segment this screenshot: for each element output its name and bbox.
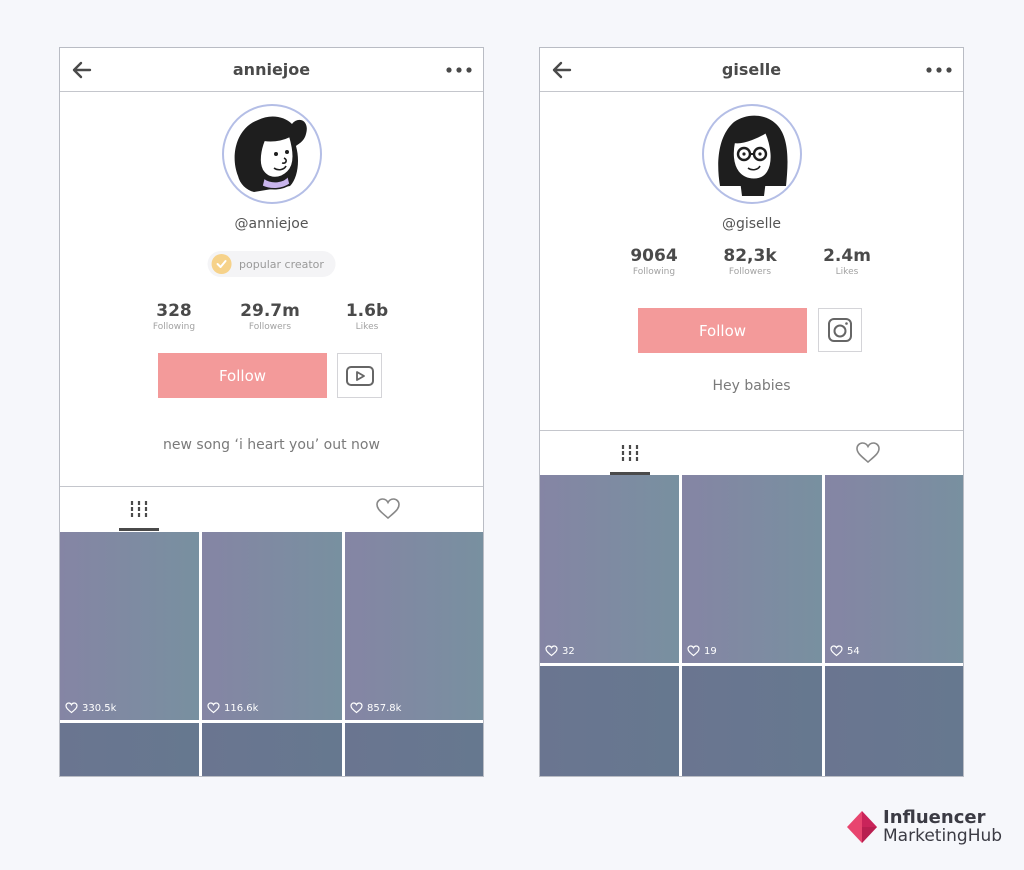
stat-value: 9064: [630, 246, 678, 266]
stat-label: Followers: [248, 322, 292, 332]
video-grid: 330.5k 116.6k 857.8k: [60, 532, 483, 776]
back-arrow-icon[interactable]: [550, 58, 574, 82]
stat-followers[interactable]: 29.7m Followers: [234, 301, 306, 333]
follow-button[interactable]: Follow: [158, 353, 327, 398]
instagram-icon: [828, 318, 852, 342]
top-bar: giselle: [540, 48, 963, 92]
stat-label: Likes: [355, 322, 379, 332]
influencer-marketing-hub-logo: Influencer MarketingHub: [845, 808, 1002, 846]
stat-following[interactable]: 9064 Following: [624, 246, 684, 278]
heart-icon: [207, 702, 220, 714]
stat-value: 2.4m: [823, 246, 871, 266]
profile-screen-anniejoe: anniejoe @anniejoe popular creator 328 F…: [59, 47, 484, 777]
heart-icon: [350, 702, 363, 714]
avatar-illustration-icon: [234, 116, 307, 192]
tile-likes: 330.5k: [65, 702, 116, 714]
likes-count: 19: [704, 645, 717, 657]
video-tile[interactable]: 54: [825, 475, 963, 663]
video-grid-icon: [130, 501, 148, 517]
video-tile[interactable]: [682, 666, 822, 776]
page-title: giselle: [721, 60, 782, 79]
content-tabs: [60, 486, 483, 531]
video-tile[interactable]: [202, 723, 342, 776]
stat-likes: 2.4m Likes: [822, 246, 872, 278]
username-handle: @giselle: [721, 216, 782, 232]
stat-following[interactable]: 328 Following: [144, 301, 204, 333]
profile-bio: Hey babies: [712, 378, 791, 394]
video-tile[interactable]: [825, 666, 963, 776]
follow-button[interactable]: Follow: [638, 308, 807, 353]
back-arrow-icon[interactable]: [70, 58, 94, 82]
stat-value: 29.7m: [240, 301, 300, 321]
likes-count: 32: [562, 645, 575, 657]
more-options-icon[interactable]: [925, 58, 953, 82]
top-bar: anniejoe: [60, 48, 483, 92]
video-tile[interactable]: 116.6k: [202, 532, 342, 720]
video-tile[interactable]: [540, 666, 679, 776]
youtube-icon: [345, 365, 374, 386]
likes-count: 116.6k: [224, 702, 259, 714]
stat-followers[interactable]: 82,3k Followers: [714, 246, 786, 278]
profile-stats: 328 Following 29.7m Followers 1.6b Likes: [144, 301, 392, 333]
stat-label: Following: [632, 267, 676, 277]
tab-videos[interactable]: [600, 431, 660, 475]
heart-icon: [545, 645, 558, 657]
video-grid: 32 19 54: [540, 475, 963, 776]
video-tile[interactable]: 330.5k: [60, 532, 199, 720]
stat-value: 1.6b: [345, 301, 389, 321]
more-options-icon[interactable]: [445, 58, 473, 82]
likes-count: 54: [847, 645, 860, 657]
badge-label: popular creator: [239, 257, 324, 271]
checkmark-icon: [211, 254, 232, 274]
youtube-link-button[interactable]: [337, 353, 382, 398]
stat-label: Followers: [728, 267, 772, 277]
video-tile[interactable]: [345, 723, 483, 776]
tab-liked[interactable]: [838, 431, 898, 475]
avatar-illustration-icon: [717, 115, 788, 196]
heart-icon: [687, 645, 700, 657]
heart-outline-icon: [376, 498, 400, 520]
tile-likes: 54: [830, 645, 860, 657]
profile-screen-giselle: giselle @giselle 9064 Following 82,3k Fo…: [539, 47, 964, 777]
video-grid-icon: [621, 445, 639, 461]
heart-icon: [65, 702, 78, 714]
instagram-link-button[interactable]: [818, 308, 862, 352]
tile-likes: 116.6k: [207, 702, 258, 714]
likes-count: 330.5k: [82, 702, 117, 714]
tab-liked[interactable]: [358, 487, 418, 531]
stat-value: 82,3k: [723, 246, 777, 266]
heart-icon: [830, 645, 843, 657]
popular-creator-badge: popular creator: [207, 251, 336, 277]
tile-likes: 32: [545, 645, 575, 657]
avatar[interactable]: [701, 104, 802, 204]
tile-likes: 857.8k: [350, 702, 401, 714]
video-tile[interactable]: 857.8k: [345, 532, 483, 720]
heart-outline-icon: [856, 442, 880, 464]
tile-likes: 19: [687, 645, 717, 657]
username-handle: @anniejoe: [234, 216, 309, 232]
stat-likes: 1.6b Likes: [342, 301, 392, 333]
content-tabs: [540, 430, 963, 475]
video-tile[interactable]: 32: [540, 475, 679, 663]
video-tile[interactable]: [60, 723, 199, 776]
profile-stats: 9064 Following 82,3k Followers 2.4m Like…: [624, 246, 872, 278]
likes-count: 857.8k: [367, 702, 402, 714]
logo-line-2: MarketingHub: [883, 826, 1003, 846]
profile-bio: new song ‘i heart you’ out now: [163, 437, 380, 453]
stat-label: Following: [152, 322, 196, 332]
video-tile[interactable]: 19: [682, 475, 822, 663]
avatar[interactable]: [221, 104, 322, 204]
stat-value: 328: [156, 301, 192, 321]
logo-line-1: Influencer: [883, 807, 986, 828]
stat-label: Likes: [835, 267, 859, 277]
logo-mark-icon: [845, 809, 879, 845]
tab-videos[interactable]: [109, 487, 169, 531]
page-title: anniejoe: [232, 60, 311, 79]
